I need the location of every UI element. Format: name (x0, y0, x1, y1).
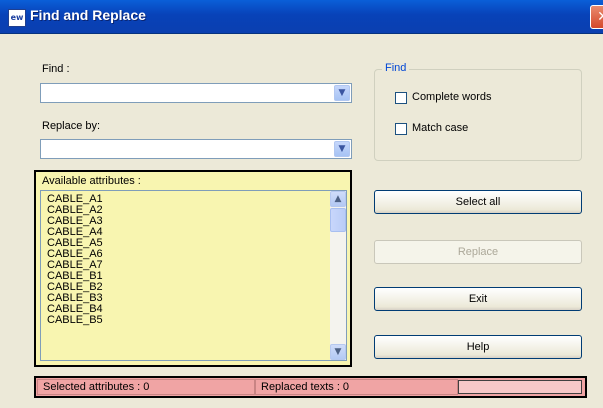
progress-bar (458, 380, 582, 394)
replace-button[interactable]: Replace (374, 240, 582, 264)
find-options-group (374, 69, 582, 161)
scroll-up-icon[interactable]: ▲ (330, 191, 346, 207)
find-combobox[interactable]: ▼ (40, 83, 352, 103)
complete-words-label[interactable]: Complete words (412, 91, 491, 103)
find-label: Find : (42, 63, 70, 75)
window-title: Find and Replace (30, 7, 146, 23)
complete-words-checkbox[interactable] (395, 92, 407, 104)
find-options-title: Find (382, 62, 410, 74)
help-button[interactable]: Help (374, 335, 582, 359)
exit-button[interactable]: Exit (374, 287, 582, 311)
replace-combobox[interactable]: ▼ (40, 139, 352, 159)
title-bar[interactable]: ew Find and Replace ✕ (0, 0, 603, 34)
scroll-thumb[interactable] (330, 208, 346, 232)
available-attributes-title: Available attributes : (42, 175, 141, 187)
attributes-list: CABLE_A1 CABLE_A2 CABLE_A3 CABLE_A4 CABLE_A5… (47, 194, 103, 326)
vertical-scrollbar[interactable]: ▲ ▼ (330, 191, 346, 360)
selected-attributes-status: Selected attributes : 0 (37, 379, 255, 395)
replaced-texts-status: Replaced texts : 0 (255, 379, 458, 395)
close-button[interactable]: ✕ (590, 5, 603, 29)
attribute-list-item[interactable]: CABLE_B5 (47, 315, 103, 326)
select-all-button[interactable]: Select all (374, 190, 582, 214)
chevron-down-icon[interactable]: ▼ (334, 141, 350, 157)
replace-label: Replace by: (42, 120, 101, 132)
match-case-label[interactable]: Match case (412, 122, 468, 134)
match-case-checkbox[interactable] (395, 123, 407, 135)
app-icon: ew (8, 9, 26, 27)
scroll-down-icon[interactable]: ▼ (330, 344, 346, 360)
chevron-down-icon[interactable]: ▼ (334, 85, 350, 101)
attributes-listbox[interactable]: CABLE_A1 CABLE_A2 CABLE_A3 CABLE_A4 CABLE_A5… (40, 190, 347, 361)
